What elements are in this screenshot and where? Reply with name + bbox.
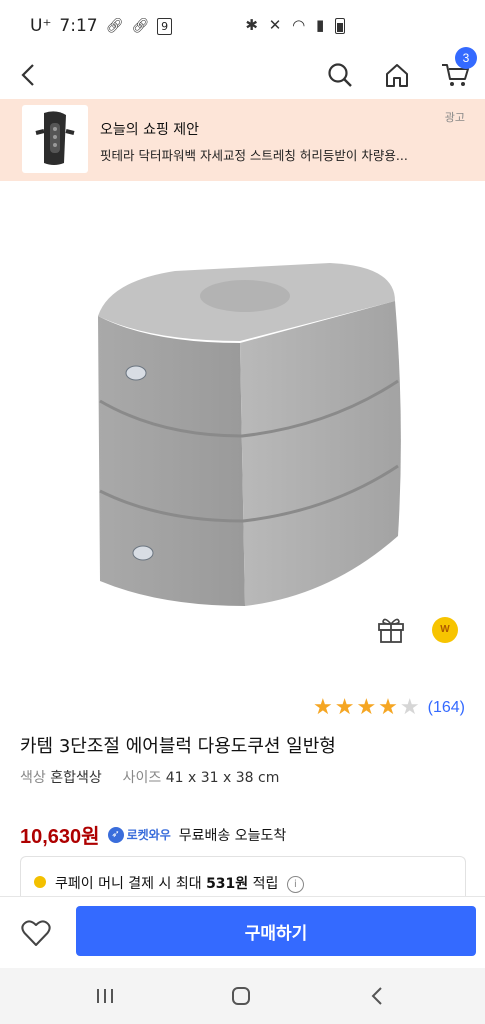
notification-badge: 9 — [157, 17, 173, 35]
coin-icon: W — [432, 617, 458, 643]
system-nav-bar — [0, 968, 485, 1024]
signal-icon: ▮ — [315, 16, 328, 34]
star-icon: ★ — [378, 695, 398, 720]
product-options: 색상 혼합색상 사이즈 41 x 31 x 38 cm — [20, 767, 279, 787]
top-nav: 3 — [0, 47, 485, 98]
rocket-badge: ➶ 로켓와우 — [107, 826, 171, 843]
home-nav-icon — [232, 987, 250, 1005]
rocket-icon: ➶ — [107, 826, 124, 843]
coupay-reward-box: 쿠페이 머니 결제 시 최대 531원 적립 i — [20, 856, 466, 897]
home-nav-button[interactable] — [226, 984, 256, 1008]
bottom-action-bar: 구매하기 — [0, 896, 485, 969]
back-nav-icon — [371, 987, 382, 1005]
carrier-label: U⁺ — [30, 16, 52, 36]
recent-apps-icon — [97, 989, 113, 1003]
clock: 7:17 — [59, 16, 98, 36]
ad-banner[interactable]: 오늘의 쇼핑 제안 핏테라 닥터파워백 자세교정 스트레칭 허리등받이 차량용.… — [0, 99, 485, 181]
home-icon — [386, 64, 408, 87]
shipping-info: 무료배송 오늘도착 — [178, 827, 287, 844]
wishlist-button[interactable] — [18, 917, 54, 949]
size-label: 사이즈 — [122, 770, 162, 786]
heart-icon — [21, 920, 51, 946]
search-icon — [328, 63, 352, 87]
coupay-text-prefix: 쿠페이 머니 결제 시 최대 — [55, 876, 207, 892]
size-value: 41 x 31 x 38 cm — [165, 770, 280, 786]
home-button[interactable] — [377, 52, 417, 98]
star-icon: ★ — [356, 695, 377, 720]
cart-button[interactable]: 3 — [435, 47, 477, 98]
battery-icon — [335, 17, 345, 34]
ad-thumbnail — [22, 105, 88, 173]
search-button[interactable] — [320, 52, 360, 98]
coupay-text-suffix: 적립 — [248, 876, 279, 892]
mute-icon: ✕ — [268, 16, 285, 34]
back-nav-button[interactable] — [362, 984, 392, 1008]
price-row: 10,630원 ➶ 로켓와우 무료배송 오늘도착 — [20, 820, 286, 849]
link-icon: 🔗︎ — [105, 18, 124, 34]
recent-apps-button[interactable] — [90, 984, 120, 1008]
star-icon: ★ — [399, 695, 420, 720]
buy-button[interactable]: 구매하기 — [76, 906, 476, 956]
gift-button[interactable] — [376, 614, 406, 648]
link-icon: 🔗︎ — [131, 18, 150, 34]
coupay-coin-icon — [34, 876, 46, 888]
product-title: 카템 3단조절 에어블럭 다용도쿠션 일반형 — [20, 736, 336, 757]
bluetooth-icon: ✱ — [245, 16, 261, 34]
coupay-amount: 531원 — [206, 876, 249, 892]
air-cushion-image — [98, 263, 401, 606]
wifi-icon: ◠ — [292, 16, 309, 34]
star-icon: ★ — [312, 695, 333, 720]
rocket-label: 로켓와우 — [126, 828, 171, 842]
gift-icon — [378, 618, 404, 643]
price: 10,630원 — [20, 826, 100, 848]
ad-title: 오늘의 쇼핑 제안 — [100, 122, 200, 138]
back-support-image — [35, 111, 75, 165]
ad-tag: 광고 — [444, 111, 465, 124]
back-icon — [21, 64, 34, 86]
ad-description: 핏테라 닥터파워백 자세교정 스트레칭 허리등받이 차량용... — [100, 148, 408, 163]
info-icon[interactable]: i — [286, 875, 304, 893]
star-icon: ★ — [334, 695, 355, 720]
color-value: 혼합색상 — [50, 770, 102, 786]
product-image[interactable] — [0, 181, 485, 661]
rating[interactable]: ★ ★ ★ ★ ★ (164) — [313, 697, 465, 719]
cart-count-badge: 3 — [455, 47, 477, 69]
status-bar: U⁺ 7:17 🔗︎ 🔗︎ 9 ✱ ✕ ◠ ▮ — [0, 0, 485, 52]
review-count[interactable]: (164) — [428, 699, 465, 717]
color-label: 색상 — [20, 770, 46, 786]
back-button[interactable] — [8, 52, 48, 98]
